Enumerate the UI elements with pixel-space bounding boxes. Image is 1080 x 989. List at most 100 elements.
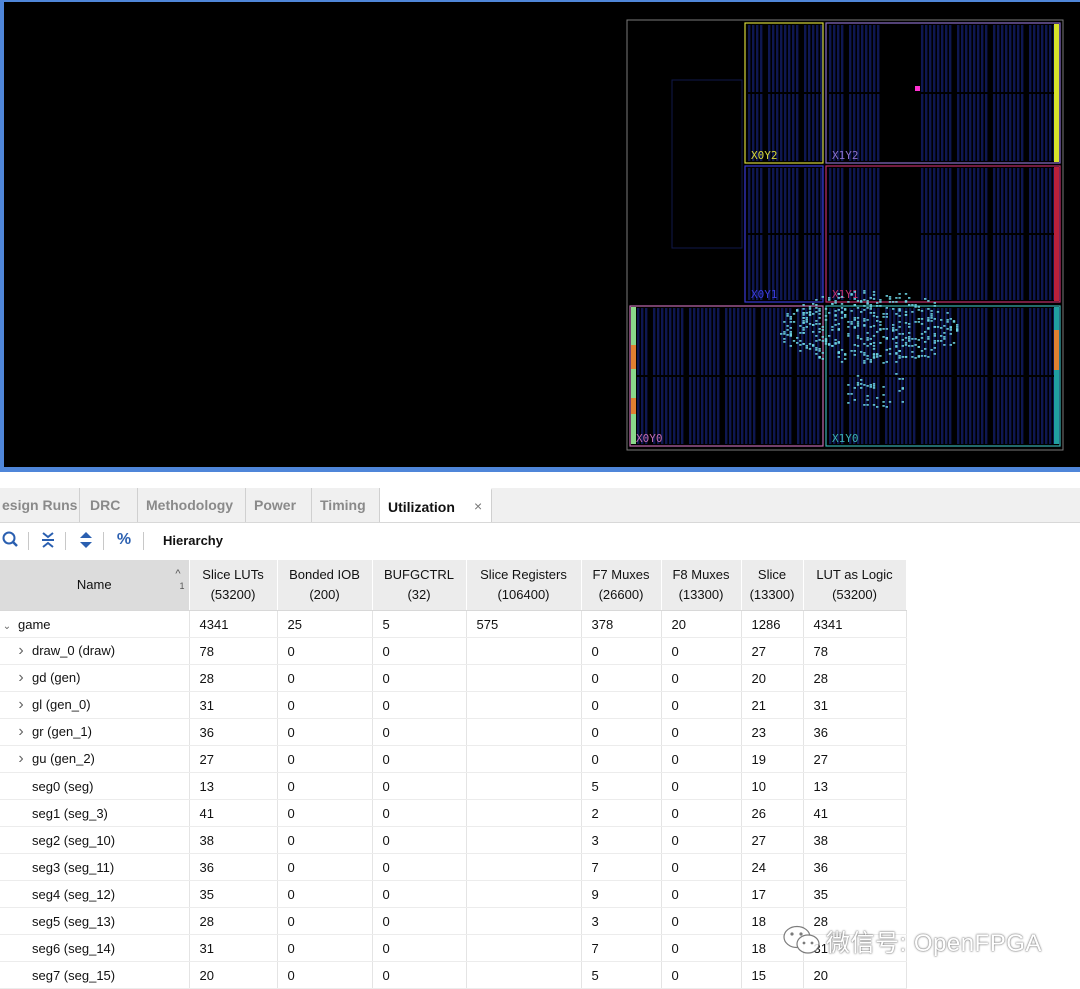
placed-cell — [904, 300, 908, 302]
placed-cell — [837, 297, 840, 299]
placed-cell — [885, 316, 888, 318]
cell-value: 20 — [741, 664, 804, 692]
tab-methodology[interactable]: Methodology — [138, 488, 246, 522]
cell-value — [466, 799, 582, 827]
placed-cell — [856, 375, 860, 377]
table-row[interactable]: seg7 (seg_15) 20 0 0 5 0 15 20 — [0, 961, 907, 989]
name-cell[interactable]: seg2 (seg_10) — [0, 826, 190, 854]
tab-power[interactable]: Power — [246, 488, 312, 522]
column-header-slice[interactable]: Slice (13300) — [741, 560, 804, 611]
column-header-slice-luts[interactable]: Slice LUTs (53200) — [189, 560, 278, 611]
placed-cell — [818, 356, 821, 358]
placed-cell — [914, 304, 917, 306]
table-row[interactable]: › gl (gen_0) 31 0 0 0 0 21 31 — [0, 691, 907, 719]
search-icon[interactable] — [0, 529, 22, 551]
table-header-row: Name ^ 1 Slice LUTs (53200) Bonded IOB (20… — [0, 560, 907, 611]
column-header-f7-muxes[interactable]: F7 Muxes (26600) — [581, 560, 662, 611]
placed-cell — [869, 312, 872, 314]
tab-timing[interactable]: Timing — [312, 488, 380, 522]
placed-cell — [783, 341, 786, 343]
cell-value: 20 — [661, 610, 742, 638]
device-view[interactable]: X0Y2 X1Y2 X0Y1 X1Y1 X0Y0 X1Y0 — [0, 0, 1080, 472]
name-cell[interactable]: › draw_0 (draw) — [0, 637, 190, 665]
table-row[interactable]: › gu (gen_2) 27 0 0 0 0 19 27 — [0, 745, 907, 773]
placed-cell — [815, 323, 818, 325]
hierarchy-view-label[interactable]: Hierarchy — [163, 533, 223, 548]
table-row[interactable]: seg1 (seg_3) 41 0 0 2 0 26 41 — [0, 799, 907, 827]
collapsed-chevron-icon[interactable]: › — [14, 642, 28, 660]
placed-cell — [927, 338, 930, 340]
table-row[interactable]: seg3 (seg_11) 36 0 0 7 0 24 36 — [0, 853, 907, 881]
placed-cell — [812, 344, 815, 346]
name-cell[interactable]: ⌄ game — [0, 610, 190, 638]
placed-cell — [914, 357, 917, 359]
expand-chevron-icon[interactable]: ⌄ — [0, 621, 14, 632]
table-row[interactable]: › draw_0 (draw) 78 0 0 0 0 27 78 — [0, 637, 907, 665]
collapsed-chevron-icon[interactable]: › — [14, 723, 28, 741]
device-floorplan[interactable]: X0Y2 X1Y2X0Y1 X1Y1X0Y0 X1Y0 — [0, 0, 1080, 472]
placed-cell — [888, 348, 892, 350]
collapsed-chevron-icon[interactable]: › — [14, 669, 28, 687]
name-cell[interactable]: seg1 (seg_3) — [0, 799, 190, 827]
collapsed-chevron-icon[interactable]: › — [14, 750, 28, 768]
name-cell[interactable]: seg0 (seg) — [0, 772, 190, 800]
column-header-slice-registers[interactable]: Slice Registers (106400) — [466, 560, 582, 611]
cell-value: 7 — [581, 853, 662, 881]
table-row[interactable]: seg5 (seg_13) 28 0 0 3 0 18 28 — [0, 907, 907, 935]
name-cell[interactable]: › gl (gen_0) — [0, 691, 190, 719]
placed-cell — [879, 324, 882, 326]
table-row[interactable]: › gr (gen_1) 36 0 0 0 0 23 36 — [0, 718, 907, 746]
table-row[interactable]: seg6 (seg_14) 31 0 0 7 0 18 31 — [0, 934, 907, 962]
column-header-f8-muxes[interactable]: F8 Muxes (13300) — [661, 560, 742, 611]
placed-cell — [802, 322, 805, 324]
name-cell[interactable]: seg6 (seg_14) — [0, 934, 190, 962]
tab-design-runs[interactable]: esign Runs — [0, 488, 80, 522]
name-cell[interactable]: seg7 (seg_15) — [0, 961, 190, 989]
io-bank-used — [631, 398, 636, 414]
close-icon[interactable]: × — [474, 498, 482, 514]
name-cell[interactable]: › gr (gen_1) — [0, 718, 190, 746]
placed-cell — [924, 331, 927, 333]
placed-cell — [895, 336, 898, 338]
placed-cell — [853, 344, 856, 346]
placed-cell — [933, 347, 936, 349]
name-cell[interactable]: seg3 (seg_11) — [0, 853, 190, 881]
column-header-lut-as-logic[interactable]: LUT as Logic (53200) — [803, 560, 907, 611]
cell-value: 27 — [803, 745, 907, 773]
row-name: gu (gen_2) — [32, 751, 95, 766]
table-row[interactable]: › gd (gen) 28 0 0 0 0 20 28 — [0, 664, 907, 692]
column-header-bonded-iob[interactable]: Bonded IOB (200) — [277, 560, 373, 611]
collapsed-chevron-icon[interactable]: › — [14, 696, 28, 714]
table-row[interactable]: seg2 (seg_10) 38 0 0 3 0 27 38 — [0, 826, 907, 854]
percent-icon[interactable]: % — [113, 529, 135, 551]
table-row[interactable]: ⌄ game 4341 25 5 575 378 20 1286 4341 — [0, 610, 907, 638]
table-row[interactable]: seg0 (seg) 13 0 0 5 0 10 13 — [0, 772, 907, 800]
placed-cell — [783, 321, 786, 323]
placed-cell — [863, 352, 866, 354]
expand-all-icon[interactable] — [75, 529, 97, 551]
name-cell[interactable]: seg4 (seg_12) — [0, 880, 190, 908]
placed-cell — [866, 303, 869, 305]
column-header-bufgctrl[interactable]: BUFGCTRL (32) — [372, 560, 467, 611]
collapse-all-icon[interactable] — [37, 529, 59, 551]
name-cell[interactable]: › gu (gen_2) — [0, 745, 190, 773]
cell-value — [466, 934, 582, 962]
name-cell[interactable]: seg5 (seg_13) — [0, 907, 190, 935]
placed-cell — [815, 307, 818, 309]
table-row[interactable]: seg4 (seg_12) 35 0 0 9 0 17 35 — [0, 880, 907, 908]
name-cell[interactable]: › gd (gen) — [0, 664, 190, 692]
placed-cell — [818, 317, 821, 319]
placed-cell — [892, 308, 895, 310]
cell-value: 0 — [277, 691, 373, 719]
cell-value: 0 — [277, 745, 373, 773]
placed-cell — [885, 406, 888, 408]
column-header-name[interactable]: Name ^ 1 — [0, 560, 190, 611]
placed-cell — [863, 305, 866, 307]
cell-value: 10 — [741, 772, 804, 800]
cell-value: 27 — [189, 745, 278, 773]
placed-cell — [866, 385, 869, 387]
placed-cell — [815, 320, 818, 322]
cell-value: 0 — [661, 772, 742, 800]
tab-drc[interactable]: DRC — [82, 488, 138, 522]
tile-row-gap — [632, 375, 821, 377]
